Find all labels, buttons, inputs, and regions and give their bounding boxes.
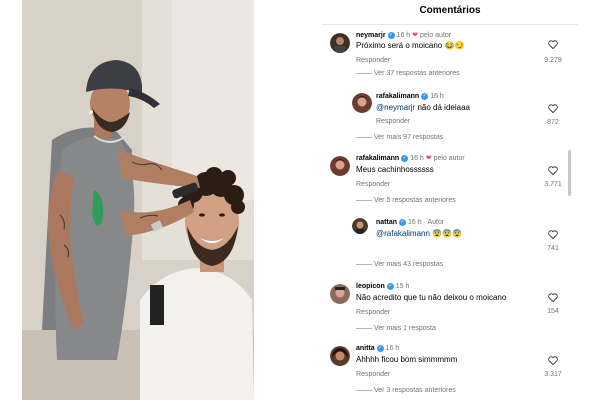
like-count: 154 <box>547 308 559 315</box>
view-replies-link[interactable]: Ver mais 43 respostas <box>374 261 443 268</box>
comment-item: neymarjr ✓ 16 h ❤ pelo autor Próximo será … <box>322 30 578 80</box>
like-heart-icon[interactable] <box>546 104 560 113</box>
more-replies-line <box>356 200 372 201</box>
comment-text: Ahhhh ficou bom simmmmm <box>356 355 458 364</box>
timestamp: 15 h <box>395 283 410 290</box>
verified-icon: ✓ <box>376 344 384 352</box>
like-count: 3.317 <box>544 371 562 378</box>
more-replies-line <box>356 390 372 391</box>
author-tag: Autor <box>427 219 445 226</box>
view-replies-link[interactable]: Ver 37 respostas anteriores <box>374 70 460 77</box>
comment-meta: neymarjr ✓ 16 h ❤ pelo autor <box>356 31 451 40</box>
verified-icon: ✓ <box>399 218 406 226</box>
more-replies-line <box>356 137 372 138</box>
liked-by-author-label: pelo autor <box>433 155 465 162</box>
screenshot: Comentários neymarjr ✓ 16 h ❤ pelo autor P… <box>0 0 600 400</box>
username[interactable]: rafakalimann <box>376 93 419 100</box>
reply-button[interactable]: Responder <box>376 118 410 125</box>
comment-meta: rafakalimann ✓ 16 h ❤ pelo autor <box>356 154 465 163</box>
author-liked-heart-icon: ❤ <box>425 155 432 162</box>
like-count: 741 <box>547 245 559 252</box>
scrollbar[interactable] <box>568 150 571 196</box>
reply-item: rafakalimann ✓ 16 h @neymarjr não dá ideia… <box>322 90 578 142</box>
comment-item: anitta ✓ 16 h Ahhhh ficou bom simmmmm Resp… <box>322 342 578 400</box>
video-frame[interactable] <box>22 0 254 400</box>
avatar[interactable] <box>330 156 350 176</box>
view-replies-link[interactable]: Ver 3 respostas anteriores <box>374 387 456 394</box>
like-heart-icon[interactable] <box>546 293 560 302</box>
like-count: 872 <box>547 119 559 126</box>
reply-item: nattan ✓ 16 h · Autor @rafakalimann 😨😨😨 74… <box>322 216 578 272</box>
view-replies-link[interactable]: Ver mais 97 respostas <box>374 134 443 141</box>
reply-button[interactable]: Responder <box>356 57 390 64</box>
comment-item: rafakalimann ✓ 16 h ❤ pelo autor Meus cach… <box>322 152 578 208</box>
username[interactable]: rafakalimann <box>356 155 399 162</box>
comments-panel: Comentários neymarjr ✓ 16 h ❤ pelo autor P… <box>322 0 578 400</box>
like-heart-icon[interactable] <box>546 40 560 49</box>
verified-icon: ✓ <box>421 92 429 100</box>
timestamp: 16 h <box>410 155 424 162</box>
like-heart-icon[interactable] <box>546 356 560 365</box>
mention-link[interactable]: @rafakalimann <box>376 229 430 238</box>
comment-meta: leopicon ✓ 15 h <box>356 282 409 291</box>
timestamp: 16 h <box>396 32 411 39</box>
verified-icon: ✓ <box>386 282 394 290</box>
comment-meta: rafakalimann ✓ 16 h <box>376 92 444 101</box>
comment-text: @neymarjr não dá ideiaaa <box>376 103 470 112</box>
more-replies-line <box>356 264 372 265</box>
verified-icon: ✓ <box>387 31 395 39</box>
like-heart-icon[interactable] <box>546 166 560 175</box>
panel-header: Comentários <box>322 0 578 25</box>
panel-title: Comentários <box>419 5 481 16</box>
view-replies-link[interactable]: Ver 5 respostas anteriores <box>374 197 456 204</box>
avatar[interactable] <box>330 284 350 304</box>
username[interactable]: anitta <box>356 345 375 352</box>
reply-button[interactable]: Responder <box>356 309 390 316</box>
reply-button[interactable]: Responder <box>356 371 390 378</box>
mention-link[interactable]: @neymarjr <box>376 103 415 112</box>
timestamp: 16 h <box>430 93 444 100</box>
comment-text: Não acredito que tu não deixou o moicano <box>356 293 507 302</box>
avatar[interactable] <box>352 93 372 113</box>
comment-text: @rafakalimann 😨😨😨 <box>376 229 463 238</box>
comment-meta: anitta ✓ 16 h <box>356 344 399 353</box>
avatar[interactable] <box>330 346 350 366</box>
comment-text: Meus cachinhossssss <box>356 165 434 174</box>
username[interactable]: neymarjr <box>356 32 386 39</box>
username[interactable]: leopicon <box>356 283 385 290</box>
author-liked-heart-icon: ❤ <box>412 32 419 39</box>
comment-text: Próximo será o moicano 😂😏 <box>356 41 465 50</box>
comment-meta: nattan ✓ 16 h · Autor <box>376 218 445 226</box>
timestamp: 16 h <box>408 219 422 226</box>
liked-by-author-label: pelo autor <box>419 32 452 39</box>
like-heart-icon[interactable] <box>546 230 560 239</box>
like-count: 9.279 <box>544 57 562 64</box>
avatar[interactable] <box>330 33 350 53</box>
more-replies-line <box>356 328 372 329</box>
timestamp: 16 h <box>385 345 400 352</box>
haircut-photo <box>22 0 254 400</box>
view-replies-link[interactable]: Ver mais 1 resposta <box>374 325 436 332</box>
more-replies-line <box>356 73 372 74</box>
like-count: 3.771 <box>544 181 562 188</box>
reply-button[interactable]: Responder <box>356 181 390 188</box>
username[interactable]: nattan <box>376 219 397 226</box>
verified-icon: ✓ <box>401 154 409 162</box>
avatar[interactable] <box>352 218 368 234</box>
comment-item: leopicon ✓ 15 h Não acredito que tu não de… <box>322 280 578 336</box>
